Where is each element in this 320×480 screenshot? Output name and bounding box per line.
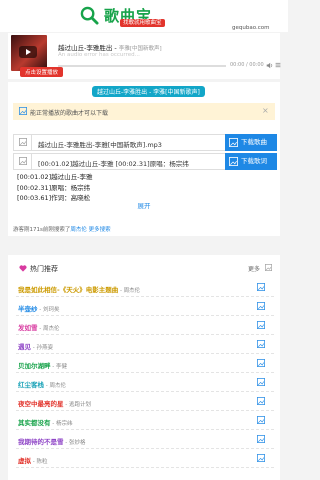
song-name: 其实都没有: [18, 419, 51, 427]
download-icon: [229, 138, 238, 147]
recent-search-line: 游客刚171s前刚搜索了周杰伦 更多搜索: [13, 225, 111, 233]
lyric-line: [00:01.02]越过山丘-李雅: [17, 173, 93, 181]
artist-name: - 周杰伦: [37, 326, 60, 332]
list-item[interactable]: 夜空中最亮的星 - 逃跑计划: [16, 392, 274, 411]
download-icon[interactable]: [257, 302, 265, 310]
artist-name: - 杨宗纬: [50, 421, 73, 427]
artist-name: - 孙燕姿: [31, 345, 53, 351]
menu-icon[interactable]: [275, 62, 281, 68]
download-card: 越过山丘-李雅胜出 - 李雅[中国新歌声] 能正常播放的歌曲才可以下载 × 越过…: [8, 82, 280, 236]
domain-text: gequbao.com: [232, 25, 270, 31]
artist-name: - 逃跑计划: [63, 402, 91, 408]
set-playback-button[interactable]: 点击设置播放: [20, 67, 64, 77]
song-name: 红尘客栈: [18, 381, 44, 389]
download-icon[interactable]: [257, 397, 265, 405]
download-icon[interactable]: [257, 454, 265, 462]
lyric-line: [00:02.31]原唱：杨宗纬: [17, 183, 91, 192]
row-icon-cell: [14, 154, 32, 169]
progress-bar[interactable]: [58, 65, 226, 67]
song-name-link[interactable]: 我是如此相信-《天火》电影主题曲 - 周杰伦: [18, 284, 140, 294]
artist-name: - 陈粒: [31, 459, 48, 465]
list-item[interactable]: 我是如此相信-《天火》电影主题曲 - 周杰伦: [16, 278, 274, 297]
song-name-link[interactable]: 红尘客栈 - 周杰伦: [18, 379, 66, 389]
time-display: 00:00 / 00:00: [230, 62, 264, 68]
lrc-row: [00:01.02]越过山丘-李雅 [00:02.31]原唱：杨宗纬 下载歌词: [13, 153, 277, 170]
download-icon[interactable]: [257, 321, 265, 329]
audio-error-message: An audio error has occurred...: [58, 52, 140, 58]
song-name-link[interactable]: 发如雪 - 周杰伦: [18, 322, 59, 332]
hot-recommend-title: 热门推荐: [30, 265, 58, 273]
search-logo-icon: [80, 6, 99, 25]
list-item[interactable]: 其实都没有 - 杨宗纬: [16, 411, 274, 430]
list-item[interactable]: 虚拟 - 陈粒: [16, 449, 274, 468]
more-link[interactable]: 更多: [248, 264, 260, 273]
song-name-link[interactable]: 遇见 - 孙燕姿: [18, 341, 53, 351]
list-item[interactable]: 遇见 - 孙燕姿: [16, 335, 274, 354]
download-icon[interactable]: [257, 416, 265, 424]
download-icon[interactable]: [257, 378, 265, 386]
song-title-main: 越过山丘-李雅胜出 -: [58, 44, 119, 52]
download-song-button[interactable]: 下载歌曲: [225, 134, 277, 151]
download-icon[interactable]: [257, 435, 265, 443]
notice-text: 能正常播放的歌曲才可以下载: [30, 110, 109, 117]
mp3-filename-field[interactable]: 越过山丘-李雅胜出-李雅[中国新歌声].mp3: [38, 139, 162, 149]
notice-bar: 能正常播放的歌曲才可以下载 ×: [13, 103, 275, 120]
broken-image-icon: [19, 138, 27, 146]
list-item[interactable]: 半壶纱 - 刘珂矣: [16, 297, 274, 316]
song-name: 发如雪: [18, 324, 38, 332]
download-icon: [229, 157, 238, 166]
broken-image-icon: [19, 157, 27, 165]
artist-name: - 张妙格: [63, 440, 86, 446]
mp3-row: 越过山丘-李雅胜出-李雅[中国新歌声].mp3 下载歌曲: [13, 134, 277, 151]
recent-search-link[interactable]: 周杰伦: [70, 227, 87, 233]
song-name-link[interactable]: 其实都没有 - 杨宗纬: [18, 417, 72, 427]
download-song-label: 下载歌曲: [241, 138, 267, 146]
list-item[interactable]: 我期待的不是雪 - 张妙格: [16, 430, 274, 449]
list-item[interactable]: 发如雪 - 周杰伦: [16, 316, 274, 335]
site-header: 歌曲宝 找歌就用歌曲宝 gequbao.com: [0, 0, 288, 32]
song-ribbon: 越过山丘-李雅胜出 - 李雅[中国新歌声]: [92, 86, 205, 97]
download-lyrics-button[interactable]: 下载歌词: [225, 153, 277, 170]
song-name: 我是如此相信-《天火》电影主题曲: [18, 286, 119, 294]
logo-slogan: 找歌就用歌曲宝: [120, 19, 165, 27]
artist-name: - 刘珂矣: [37, 307, 60, 313]
hot-song-list: 我是如此相信-《天火》电影主题曲 - 周杰伦 半壶纱 - 刘珂矣 发如雪 - 周杰伦…: [16, 278, 274, 468]
close-icon[interactable]: ×: [262, 106, 269, 115]
play-icon[interactable]: [19, 46, 37, 58]
broken-image-icon: [19, 107, 27, 115]
row-icon-cell: [14, 135, 32, 150]
song-name: 虚拟: [18, 457, 31, 465]
download-icon[interactable]: [257, 340, 265, 348]
download-icon[interactable]: [257, 359, 265, 367]
song-name-link[interactable]: 半壶纱 - 刘珂矣: [18, 303, 59, 313]
song-name: 遇见: [18, 343, 31, 351]
download-lyrics-label: 下载歌词: [241, 157, 267, 165]
more-search-link[interactable]: 更多搜索: [89, 227, 111, 233]
heart-icon: [19, 265, 27, 272]
song-name-link[interactable]: 虚拟 - 陈粒: [18, 455, 47, 465]
recent-search-prefix: 游客刚171s前刚搜索了: [13, 227, 71, 233]
more-icon[interactable]: [265, 264, 272, 271]
song-name: 夜空中最亮的星: [18, 400, 64, 408]
list-item[interactable]: 红尘客栈 - 周杰伦: [16, 373, 274, 392]
album-cover[interactable]: [11, 35, 47, 71]
song-name: 我期待的不是雪: [18, 438, 64, 446]
lrc-preview-field[interactable]: [00:01.02]越过山丘-李雅 [00:02.31]原唱：杨宗纬: [38, 158, 189, 168]
player-song-title: 越过山丘-李雅胜出 - 李雅[中国新歌声]: [58, 42, 162, 52]
artist-name: - 周杰伦: [118, 288, 141, 294]
artist-name: - 李健: [50, 364, 67, 370]
song-name-link[interactable]: 贝加尔湖畔 - 李健: [18, 360, 67, 370]
song-name: 半壶纱: [18, 305, 38, 313]
download-icon[interactable]: [257, 283, 265, 291]
artist-name: - 周杰伦: [44, 383, 66, 389]
expand-lyrics-link[interactable]: 展开: [8, 200, 280, 210]
song-name-link[interactable]: 夜空中最亮的星 - 逃跑计划: [18, 398, 91, 408]
song-name: 贝加尔湖畔: [18, 362, 51, 370]
volume-icon[interactable]: [266, 62, 273, 69]
song-name-link[interactable]: 我期待的不是雪 - 张妙格: [18, 436, 85, 446]
list-item[interactable]: 贝加尔湖畔 - 李健: [16, 354, 274, 373]
hot-recommend-card: 热门推荐 更多 我是如此相信-《天火》电影主题曲 - 周杰伦 半壶纱 - 刘珂矣发…: [8, 255, 280, 480]
lyrics-preview: [00:01.02]越过山丘-李雅 [00:02.31]原唱：杨宗纬 [00:0…: [17, 172, 272, 204]
